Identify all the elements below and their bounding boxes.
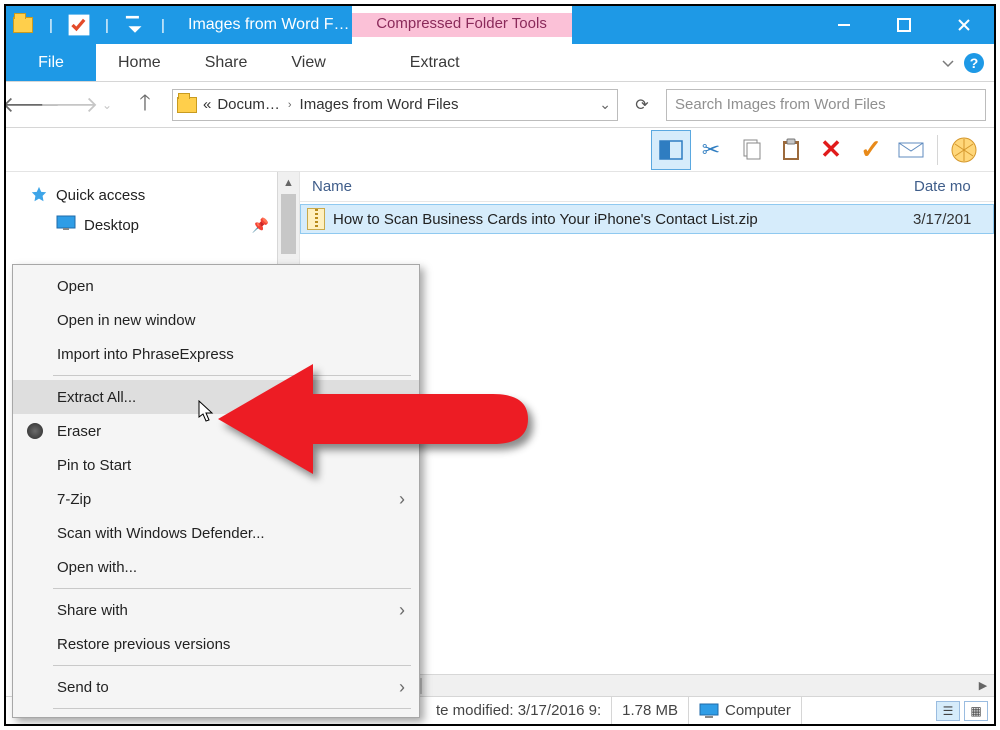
file-name: How to Scan Business Cards into Your iPh… <box>333 211 913 228</box>
nav-forward-button[interactable]: 🡒 <box>52 88 86 122</box>
view-large-icons-button[interactable]: ▦ <box>964 701 988 721</box>
file-row[interactable]: How to Scan Business Cards into Your iPh… <box>300 204 994 234</box>
preview-pane-button[interactable] <box>651 130 691 170</box>
ctx-scan-defender[interactable]: Scan with Windows Defender... <box>13 516 419 550</box>
delete-button[interactable]: ✕ <box>811 130 851 170</box>
status-computer: Computer <box>689 697 802 724</box>
nav-desktop[interactable]: Desktop 📌 <box>6 210 299 240</box>
pin-icon: 📌 <box>252 217 269 234</box>
breadcrumb-caret[interactable]: › <box>286 99 294 111</box>
contextual-tools-label: Compressed Folder Tools <box>352 13 572 37</box>
maximize-button[interactable] <box>874 6 934 44</box>
ctx-send-to[interactable]: Send to› <box>13 670 419 704</box>
ctx-7zip[interactable]: 7-Zip› <box>13 482 419 516</box>
new-mail-button[interactable] <box>891 130 931 170</box>
tab-extract[interactable]: Extract <box>388 44 482 81</box>
minimize-button[interactable] <box>814 6 874 44</box>
ribbon-tabs: File Home Share View Extract ? <box>6 44 994 82</box>
eraser-icon <box>25 421 45 441</box>
scroll-right-icon[interactable]: ▶ <box>972 679 994 692</box>
view-details-button[interactable]: ☰ <box>936 701 960 721</box>
context-menu: Open Open in new window Import into Phra… <box>12 264 420 718</box>
scroll-up-icon[interactable]: ▲ <box>278 172 299 194</box>
breadcrumb-seg-2[interactable]: Images from Word Files <box>300 96 459 113</box>
toolbar-separator <box>937 135 938 165</box>
scroll-thumb[interactable] <box>281 194 296 254</box>
file-date: 3/17/201 <box>913 211 993 228</box>
mouse-cursor <box>198 400 216 424</box>
qat-dropdown-icon[interactable] <box>122 12 148 38</box>
ctx-restore-versions[interactable]: Restore previous versions <box>13 627 419 661</box>
search-input[interactable]: Search Images from Word Files <box>666 89 986 121</box>
annotation-arrow <box>218 364 528 474</box>
rename-button[interactable]: ✓ <box>851 130 891 170</box>
submenu-caret-icon: › <box>399 600 405 621</box>
desktop-icon <box>56 215 76 235</box>
shell-icon[interactable] <box>944 130 984 170</box>
ctx-separator <box>53 708 411 709</box>
star-icon <box>30 186 48 204</box>
search-placeholder: Search Images from Word Files <box>675 96 886 113</box>
address-bar: 🡐 🡒 ⌄ 🡑 « Docum… › Images from Word File… <box>6 82 994 128</box>
nav-quick-access-label: Quick access <box>56 187 145 204</box>
nav-quick-access[interactable]: Quick access <box>6 180 299 210</box>
address-overflow: « <box>203 96 211 113</box>
column-date[interactable]: Date mo <box>914 178 994 195</box>
submenu-caret-icon: › <box>399 489 405 510</box>
address-history-dropdown[interactable]: ⌄ <box>597 96 613 113</box>
help-button[interactable]: ? <box>964 53 984 73</box>
ctx-separator <box>53 665 411 666</box>
ctx-open-new-window[interactable]: Open in new window <box>13 303 419 337</box>
nav-desktop-label: Desktop <box>84 217 139 234</box>
tab-view[interactable]: View <box>269 44 347 81</box>
refresh-button[interactable]: ⟳ <box>628 95 656 115</box>
paste-button[interactable] <box>771 130 811 170</box>
qat-separator: | <box>94 12 120 38</box>
zip-file-icon <box>307 208 325 230</box>
toolbar: ✂ ✕ ✓ <box>6 128 994 172</box>
qat-checklist-icon[interactable] <box>66 12 92 38</box>
column-name[interactable]: Name <box>312 178 914 195</box>
nav-recent-dropdown[interactable]: ⌄ <box>90 88 124 122</box>
folder-icon <box>177 97 197 113</box>
status-modified: te modified: 3/17/2016 9: <box>426 697 612 724</box>
ctx-separator <box>53 588 411 589</box>
close-button[interactable] <box>934 6 994 44</box>
cut-button[interactable]: ✂ <box>691 130 731 170</box>
contextual-tools-tab[interactable]: Compressed Folder Tools <box>352 6 572 44</box>
copy-button[interactable] <box>731 130 771 170</box>
breadcrumb-seg-1[interactable]: Docum… <box>217 96 280 113</box>
ribbon-collapse-icon[interactable] <box>940 55 956 71</box>
window-title: Images from Word F… <box>180 6 350 44</box>
nav-up-button[interactable]: 🡑 <box>128 88 162 122</box>
ctx-open[interactable]: Open <box>13 269 419 303</box>
status-size: 1.78 MB <box>612 697 689 724</box>
explorer-icon <box>10 12 36 38</box>
column-headers[interactable]: Name Date mo <box>300 172 994 202</box>
qat-separator: | <box>38 12 64 38</box>
qat-separator: | <box>150 12 176 38</box>
submenu-caret-icon: › <box>399 677 405 698</box>
address-input[interactable]: « Docum… › Images from Word Files ⌄ <box>172 89 618 121</box>
ctx-share-with[interactable]: Share with› <box>13 593 419 627</box>
tab-home[interactable]: Home <box>96 44 183 81</box>
tab-file[interactable]: File <box>6 44 96 81</box>
titlebar: | | | Images from Word F… Compressed Fol… <box>6 6 994 44</box>
ctx-open-with[interactable]: Open with... <box>13 550 419 584</box>
tab-share[interactable]: Share <box>183 44 270 81</box>
